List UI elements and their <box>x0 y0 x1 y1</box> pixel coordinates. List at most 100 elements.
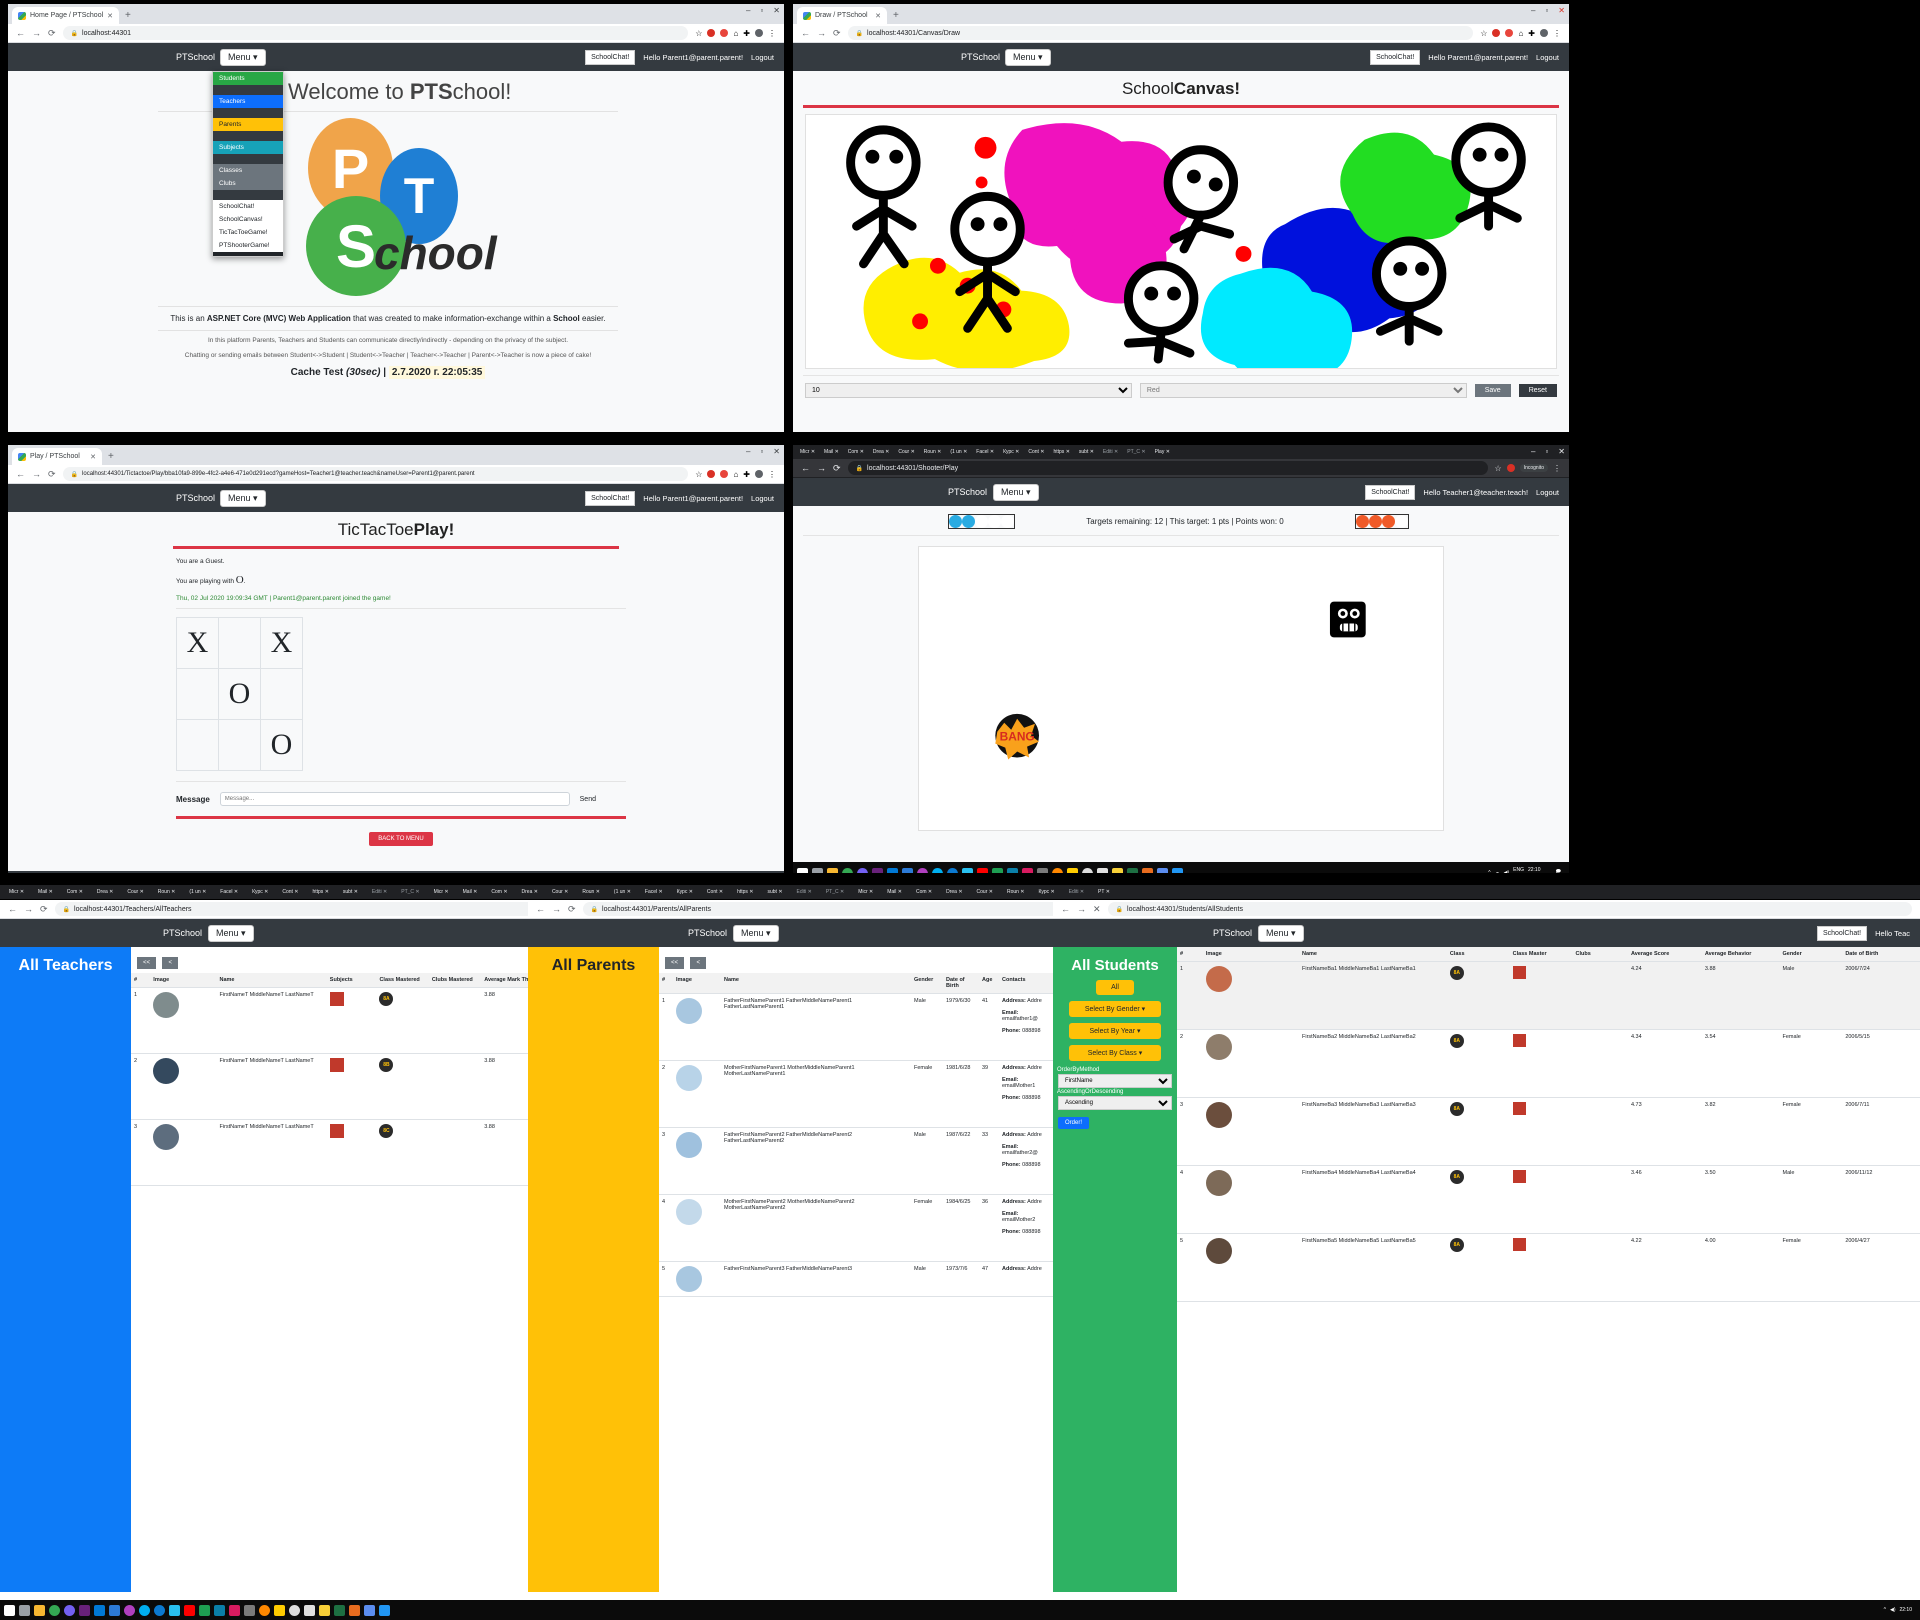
browser-tab[interactable]: Home Page / PTSchool ✕ <box>12 7 120 24</box>
browser-tab[interactable]: Roun ✕ <box>920 449 946 455</box>
window-canvas[interactable]: Draw / PTSchool ✕ + – ▫ ✕ ← → ⟳ 🔒 localh… <box>793 4 1569 432</box>
address-bar[interactable]: 🔒 localhost:44301 <box>62 26 689 40</box>
browser-tab[interactable]: Drea ✕ <box>91 889 119 895</box>
window-shooter[interactable]: Micr ✕ Mail ✕ Com ✕ Drea ✕ Cour ✕ Roun ✕… <box>793 445 1569 873</box>
browser-tab[interactable]: Курс ✕ <box>671 889 699 895</box>
back-icon[interactable]: ← <box>1061 904 1070 914</box>
extension-icon-red[interactable] <box>707 470 716 478</box>
back-icon[interactable]: ← <box>801 28 810 38</box>
excel-icon[interactable] <box>1127 867 1138 873</box>
menu-item-clubs[interactable]: Clubs <box>213 177 283 190</box>
minimize-icon[interactable]: – <box>746 6 750 15</box>
taskbar[interactable]: ^ ☁ ◀) ENGINTL 22:102.7.2020 г. 🗩 <box>793 862 1569 873</box>
browser-tab[interactable]: subt ✕ <box>337 889 364 895</box>
message-input[interactable] <box>219 792 570 806</box>
browser-tabstrip-shared[interactable]: Micr ✕ Mail ✕ Com ✕ Drea ✕ Cour ✕ Roun ✕… <box>0 885 1920 899</box>
skype-icon[interactable] <box>139 1604 150 1616</box>
browser-tab[interactable]: Drea ✕ <box>869 449 893 455</box>
browser-tab[interactable]: Cour ✕ <box>121 889 149 895</box>
browser-tab[interactable]: Mail ✕ <box>881 889 908 895</box>
reload-icon[interactable]: ⟳ <box>48 28 56 39</box>
browser-tab[interactable]: https ✕ <box>1049 449 1073 455</box>
window-controls[interactable]: – ▫ ✕ <box>746 6 780 15</box>
app-brand[interactable]: PTSchool <box>163 928 202 938</box>
lang-indicator[interactable]: ENGINTL <box>1513 867 1524 873</box>
bookmark-star-icon[interactable]: ☆ <box>695 470 702 479</box>
table-row[interactable]: 1 FirstNameBa1 MiddleNameBa1 LastNameBa1… <box>1177 961 1920 1030</box>
close-icon[interactable]: ✕ <box>90 453 96 461</box>
extension-icon-red2[interactable] <box>720 470 729 478</box>
chrome-menu-icon[interactable]: ⋮ <box>768 470 776 479</box>
browser-tab[interactable]: Cour ✕ <box>546 889 574 895</box>
browser-tab[interactable]: Roun ✕ <box>1001 889 1031 895</box>
extension-icon-red2[interactable] <box>720 29 729 37</box>
filter-class-button[interactable]: Select By Class ▾ <box>1069 1045 1161 1061</box>
clock[interactable]: 22:102.7.2020 г. <box>1528 867 1551 873</box>
new-tab-button[interactable]: + <box>125 10 131 21</box>
forward-icon[interactable]: → <box>817 463 826 473</box>
browser-tab[interactable]: Mail ✕ <box>820 449 843 455</box>
extensions-icon[interactable]: ✚ <box>1528 29 1535 38</box>
taskview-icon[interactable] <box>812 867 823 873</box>
browser-tab[interactable]: Курс ✕ <box>1033 889 1061 895</box>
chrome-menu-icon[interactable]: ⋮ <box>1553 29 1561 38</box>
indesign-icon[interactable] <box>229 1604 240 1616</box>
forward-icon[interactable]: → <box>24 904 33 914</box>
calc-icon[interactable] <box>304 1604 315 1616</box>
menu-item-parents[interactable]: Parents <box>213 118 283 131</box>
reload-icon[interactable]: ⟳ <box>833 463 841 474</box>
table-row[interactable]: 3 FirstNameBa3 MiddleNameBa3 LastNameBa3… <box>1177 1097 1920 1166</box>
extensions-icon[interactable]: ✚ <box>743 29 750 38</box>
notification-icon[interactable]: 🗩 <box>1555 869 1561 873</box>
table-row[interactable]: 4 FirstNameBa4 MiddleNameBa4 LastNameBa4… <box>1177 1165 1920 1234</box>
shooter-playfield[interactable]: BANG <box>918 546 1444 831</box>
reset-button[interactable]: Reset <box>1518 384 1558 397</box>
close-window-icon[interactable]: ✕ <box>1558 447 1565 456</box>
minimize-icon[interactable]: – <box>1531 6 1535 15</box>
browser-tab[interactable]: PT_C ✕ <box>1123 449 1149 455</box>
viber-icon[interactable] <box>64 1604 75 1616</box>
excel-icon[interactable] <box>334 1604 345 1616</box>
new-tab-button[interactable]: + <box>108 451 114 462</box>
skype-icon[interactable] <box>932 867 943 873</box>
maximize-icon[interactable]: ▫ <box>1545 6 1548 15</box>
new-tab-button[interactable]: + <box>893 10 899 21</box>
browser-tab[interactable]: Roun ✕ <box>576 889 606 895</box>
browser-tab[interactable]: Editi ✕ <box>366 889 393 895</box>
logout-link[interactable]: Logout <box>751 53 774 62</box>
browser-tabstrip-many[interactable]: Micr ✕ Mail ✕ Com ✕ Drea ✕ Cour ✕ Roun ✕… <box>793 445 1569 459</box>
sketch-icon[interactable] <box>1157 867 1168 873</box>
browser-tab[interactable]: Editi ✕ <box>791 889 818 895</box>
vscode-icon[interactable] <box>887 867 898 873</box>
browser-tab[interactable]: Cour ✕ <box>894 449 918 455</box>
schoolchat-button[interactable]: SchoolChat! <box>1370 49 1421 65</box>
office-icon[interactable] <box>1112 867 1123 873</box>
address-bar[interactable]: 🔒 localhost:44301/Canvas/Draw <box>847 26 1474 40</box>
tray-chevron-icon[interactable]: ^ <box>1488 870 1490 873</box>
pager-prev-button[interactable]: < <box>690 957 706 969</box>
taskview-icon[interactable] <box>19 1604 30 1616</box>
browser-tab[interactable]: Com ✕ <box>485 889 513 895</box>
browser-tab[interactable]: PT_C ✕ <box>395 889 425 895</box>
browser-tab[interactable]: Roun ✕ <box>152 889 182 895</box>
close-icon[interactable]: ✕ <box>875 12 881 20</box>
bookmark-star-icon[interactable]: ☆ <box>1495 464 1502 473</box>
address-bar[interactable]: 🔒 localhost:44301/Students/AllStudents <box>1107 902 1912 916</box>
vscode-icon[interactable] <box>94 1604 105 1616</box>
menu-item-classes[interactable]: Classes <box>213 164 283 177</box>
browser-tab[interactable]: Mail ✕ <box>32 889 59 895</box>
table-row[interactable]: 2 FirstNameBa2 MiddleNameBa2 LastNameBa2… <box>1177 1029 1920 1098</box>
acrobat-icon[interactable] <box>184 1604 195 1616</box>
gallery-icon[interactable] <box>1037 867 1048 873</box>
teams-icon[interactable] <box>917 867 928 873</box>
browser-tab[interactable]: Facel ✕ <box>972 449 998 455</box>
schoolchat-button[interactable]: SchoolChat! <box>1365 484 1416 500</box>
browser-tab[interactable]: Facel ✕ <box>214 889 244 895</box>
gallery-icon[interactable] <box>244 1604 255 1616</box>
browser-tab[interactable]: Курс ✕ <box>246 889 274 895</box>
explorer-icon[interactable] <box>34 1604 45 1616</box>
sketch-icon[interactable] <box>364 1604 375 1616</box>
menu-button[interactable]: Menu ▾ <box>220 48 266 66</box>
window-controls[interactable]: – ▫ ✕ <box>1531 6 1565 15</box>
board-cell[interactable]: X <box>176 617 219 669</box>
